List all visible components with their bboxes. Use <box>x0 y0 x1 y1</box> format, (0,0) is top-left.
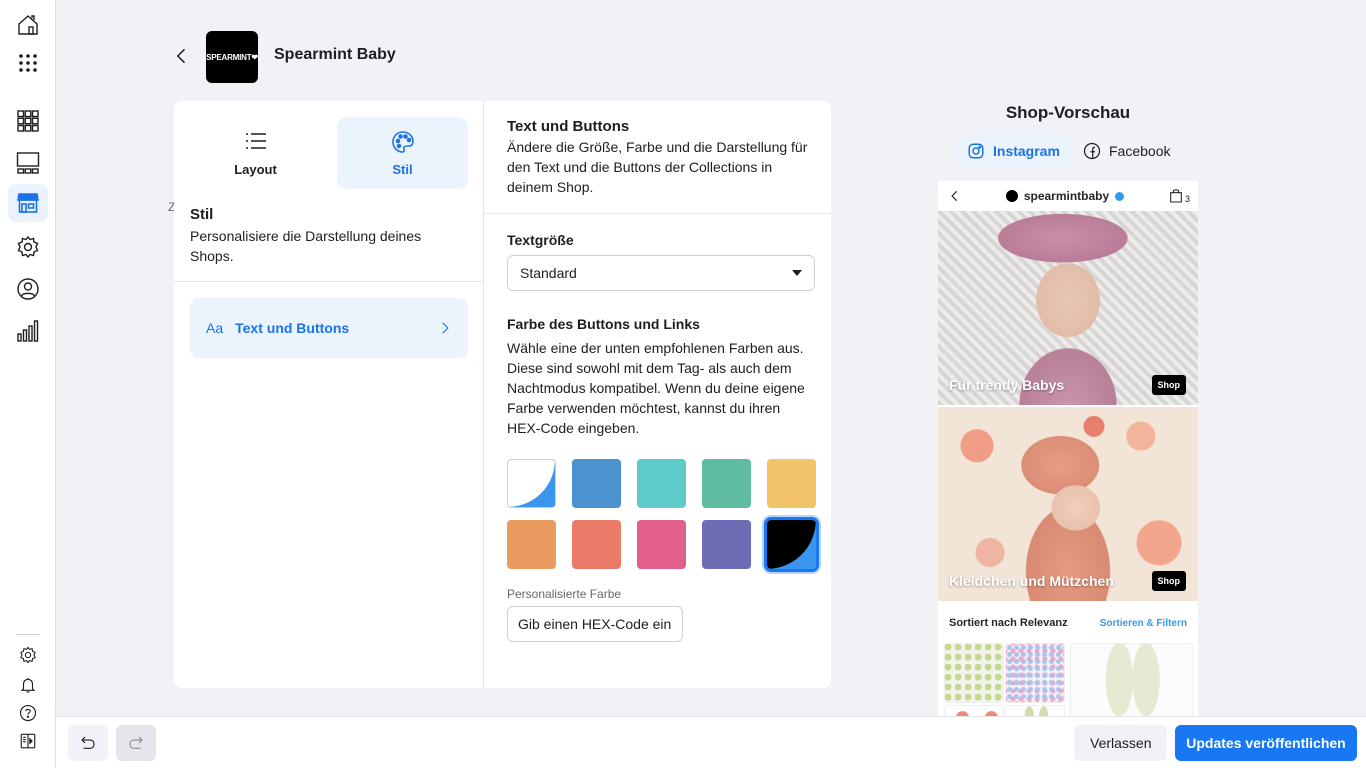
rail-divider <box>16 634 40 635</box>
panel-toggle-icon[interactable] <box>8 722 48 760</box>
phone-header: spearmintbaby 3 <box>938 181 1198 211</box>
collection-shop-button: Shop <box>1151 375 1186 395</box>
redo-button[interactable] <box>116 725 156 761</box>
style-panel: Layout Stil Stil Personalisiere die Dars… <box>174 101 484 688</box>
collection-title: Für trendy Babys <box>949 377 1065 393</box>
panel-description: Ändere die Größe, Farbe und die Darstell… <box>507 139 808 195</box>
color-swatches <box>507 459 819 572</box>
product-thumbnail <box>1070 643 1193 716</box>
apps-icon[interactable] <box>8 44 48 82</box>
text-format-icon: Aa <box>206 320 224 336</box>
left-rail <box>0 0 56 768</box>
sort-row: Sortiert nach Relevanz Sortieren & Filte… <box>938 603 1198 643</box>
verified-badge-icon <box>1115 191 1125 201</box>
panel-title: Text und Buttons <box>507 118 630 135</box>
text-size-label: Textgröße <box>507 232 574 248</box>
redo-icon <box>129 736 143 749</box>
product-thumbnail <box>1005 705 1065 716</box>
tab-label: Instagram <box>993 143 1060 159</box>
account-icon[interactable] <box>8 270 48 308</box>
bottom-bar: Verlassen Updates veröffentlichen <box>56 716 1366 768</box>
grid-icon[interactable] <box>8 102 48 140</box>
profile-avatar <box>1005 190 1018 202</box>
shopping-bag-icon <box>1170 189 1182 203</box>
layout-icon[interactable] <box>8 144 48 182</box>
tab-layout[interactable]: Layout <box>190 117 321 189</box>
shop-name: Spearmint Baby <box>274 46 396 63</box>
tab-label: Stil <box>392 161 413 177</box>
button-color-label: Farbe des Buttons und Links <box>507 316 700 332</box>
caret-down-icon <box>792 270 802 276</box>
instagram-icon <box>968 143 984 159</box>
button-color-description: Wähle eine der unten empfohlenen Farben … <box>507 340 805 436</box>
custom-color-label: Personalisierte Farbe <box>507 587 622 601</box>
cart: 3 <box>1168 188 1190 204</box>
text-size-value: Standard <box>520 265 577 281</box>
collection-shop-button: Shop <box>1151 571 1186 591</box>
color-swatch[interactable] <box>572 459 621 508</box>
product-thumbnail <box>944 705 1004 716</box>
text-buttons-panel: Text und Buttons Ändere die Größe, Farbe… <box>484 101 831 688</box>
profile-username: spearmintbaby <box>1023 189 1110 203</box>
gear-icon[interactable] <box>8 228 48 266</box>
phone-preview: spearmintbaby 3 Für trendy Babys Shop Kl… <box>938 181 1198 716</box>
sort-filter-link: Sortieren & Filtern <box>1099 617 1187 629</box>
divider <box>174 281 483 282</box>
home-icon[interactable] <box>8 6 48 44</box>
product-thumbnail <box>1005 643 1065 703</box>
tab-stil[interactable]: Stil <box>337 117 468 189</box>
undo-icon <box>81 736 95 749</box>
color-swatch[interactable] <box>702 520 751 569</box>
text-size-select[interactable]: Standard <box>507 255 815 291</box>
collection-card: Für trendy Babys Shop <box>938 211 1198 405</box>
chevron-right-icon <box>442 322 449 334</box>
color-swatch[interactable] <box>702 459 751 508</box>
menu-item-label: Text und Buttons <box>235 320 350 336</box>
color-swatch[interactable] <box>767 459 816 508</box>
section-title: Stil <box>190 206 214 223</box>
product-thumbnail <box>944 643 1004 703</box>
undo-button[interactable] <box>68 725 108 761</box>
sort-label: Sortiert nach Relevanz <box>949 617 1068 629</box>
preview-tab-instagram[interactable]: Instagram <box>955 134 1072 168</box>
tab-label: Facebook <box>1109 143 1171 159</box>
shop-logo: SPEARMINT❤ <box>206 31 258 83</box>
color-swatch[interactable] <box>507 459 556 508</box>
preview-title: Shop-Vorschau <box>1005 103 1131 122</box>
leave-button[interactable]: Verlassen <box>1074 725 1168 761</box>
menu-item-text-and-buttons[interactable]: Aa Text und Buttons <box>190 298 468 358</box>
publish-updates-button[interactable]: Updates veröffentlichen <box>1175 725 1357 761</box>
back-button[interactable] <box>170 44 194 68</box>
chevron-left-icon <box>176 48 186 64</box>
storefront-icon[interactable] <box>8 184 48 222</box>
product-grid <box>938 643 1198 716</box>
color-swatch[interactable] <box>764 517 819 572</box>
cart-count: 3 <box>1184 194 1190 204</box>
preview-tab-facebook[interactable]: Facebook <box>1071 134 1182 168</box>
insights-icon[interactable] <box>8 312 48 350</box>
color-swatch[interactable] <box>637 520 686 569</box>
collection-card: Kleidchen und Mützchen Shop <box>938 407 1198 601</box>
tab-label: Layout <box>234 161 277 177</box>
hex-code-input[interactable] <box>507 606 683 642</box>
facebook-icon <box>1083 142 1101 160</box>
color-swatch[interactable] <box>637 459 686 508</box>
color-swatch[interactable] <box>507 520 556 569</box>
divider <box>484 213 831 214</box>
collection-title: Kleidchen und Mützchen <box>949 573 1114 589</box>
list-icon <box>245 132 266 149</box>
palette-icon <box>391 130 414 153</box>
color-swatch[interactable] <box>572 520 621 569</box>
section-description: Personalisiere die Darstellung deines Sh… <box>190 228 422 264</box>
chevron-left-icon <box>951 190 958 202</box>
